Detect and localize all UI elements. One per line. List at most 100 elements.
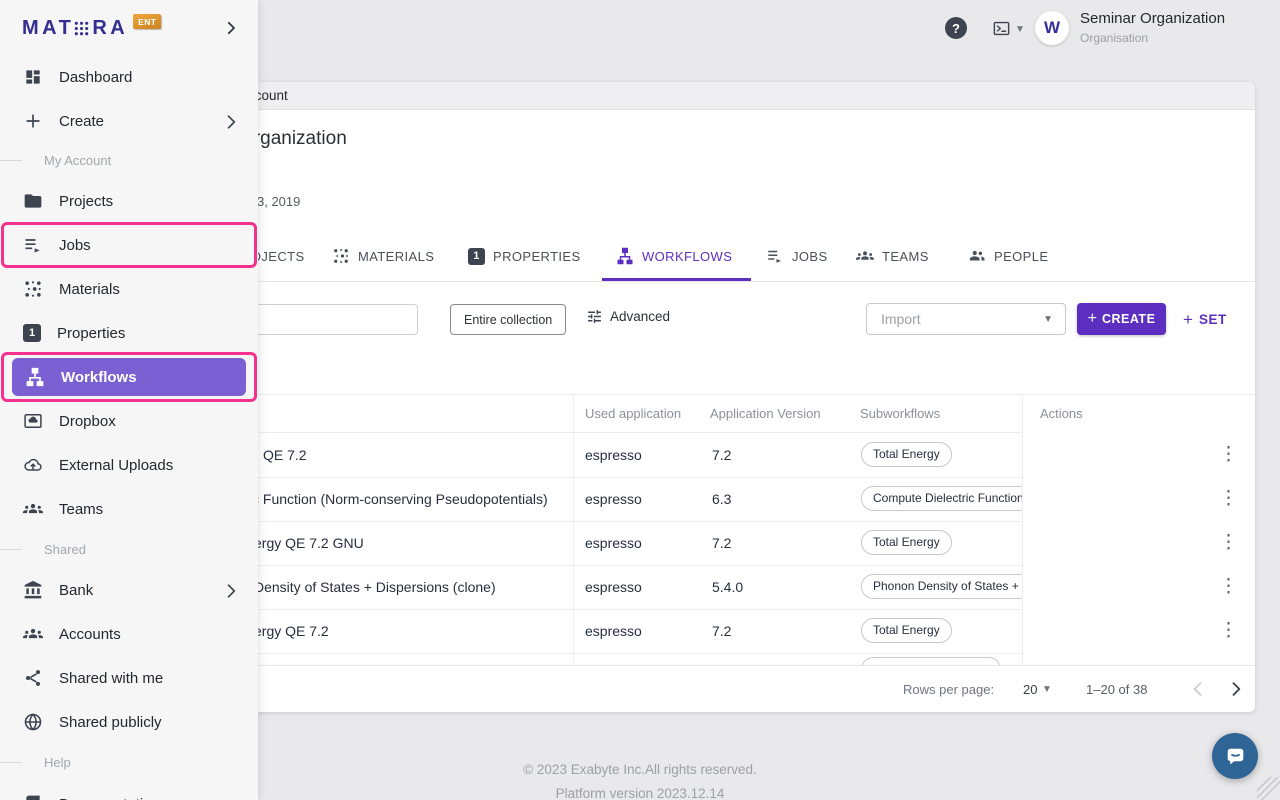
subworkflow-chip: Total Energy [861,530,952,555]
sidebar-item-label: Dashboard [59,69,132,86]
sidebar-item-workflows[interactable]: Workflows [12,358,246,396]
tab-materials[interactable]: MATERIALS [332,240,434,272]
folder-icon [23,191,43,211]
set-button[interactable]: + SET [1183,303,1227,335]
sidebar-item-create[interactable]: Create [0,99,258,143]
subworkflow-chip: Total Energy [861,442,952,467]
import-select[interactable]: Import ▼ [866,303,1066,335]
application-version: 6.3 [712,491,731,507]
application-version: 7.2 [712,447,731,463]
row-actions-button[interactable]: ⋮ [1219,622,1238,640]
sidebar-section-help: Help [0,754,258,770]
tab-teams[interactable]: TEAMS [856,240,929,272]
sidebar-item-dashboard[interactable]: Dashboard [0,55,258,99]
workflow-hierarchy-icon [616,247,634,265]
workflow-name: ergy QE 7.2 [254,623,329,639]
sidebar-item-label: External Uploads [59,457,173,474]
used-application: espresso [585,579,642,595]
tab-jobs[interactable]: JOBS [766,240,828,272]
sidebar-collapse-chevron-icon[interactable] [222,19,240,37]
tab-label: TEAMS [882,249,929,264]
sidebar-item-jobs[interactable]: Jobs [0,223,258,267]
properties-count-badge-icon: 1 [468,248,485,265]
subworkflow-cell: Phonon Density of States + Dispersions [861,574,1022,599]
book-icon [23,794,43,800]
used-application: espresso [585,535,642,551]
column-header-subworkflows: Subworkflows [860,406,940,421]
row-actions-button[interactable]: ⋮ [1219,578,1238,596]
entire-collection-label: Entire collection [464,313,552,327]
tune-icon [586,308,603,325]
rows-per-page-label: Rows per page: [903,682,994,697]
help-button[interactable]: ? [945,17,967,39]
prev-page-button[interactable] [1188,679,1208,699]
sidebar-item-accounts[interactable]: Accounts [0,612,258,656]
set-label: SET [1199,312,1227,327]
advanced-filter-button[interactable]: Advanced [586,308,670,325]
rows-per-page-value[interactable]: 20 [1023,682,1037,697]
used-application: espresso [585,623,642,639]
subworkflow-chip-partial [861,657,1022,665]
rows-per-page-caret-icon[interactable]: ▼ [1042,684,1052,695]
plus-icon: + [1088,311,1097,327]
sidebar-item-label: Teams [59,501,103,518]
mat3ra-logo[interactable]: MAT RA ENT [22,17,161,40]
chat-launcher[interactable] [1212,733,1258,779]
tab-label: PROPERTIES [493,249,581,264]
next-page-button[interactable] [1226,679,1246,699]
sidebar-item-label: Accounts [59,626,121,643]
dashboard-icon [23,67,43,87]
used-application: espresso [585,491,642,507]
groups-icon [23,499,43,519]
subworkflow-cell: Total Energy [861,618,1022,643]
sidebar-item-documentation[interactable]: Documentation [0,782,258,800]
row-actions-button[interactable]: ⋮ [1219,490,1238,508]
section-label: My Account [44,153,111,168]
column-header-used-application: Used application [585,406,681,421]
sidebar-item-external-uploads[interactable]: External Uploads [0,443,258,487]
sidebar-item-bank[interactable]: Bank [0,568,258,612]
row-actions-button[interactable]: ⋮ [1219,534,1238,552]
tab-workflows[interactable]: WORKFLOWS [616,240,732,272]
application-version: 5.4.0 [712,579,743,595]
people-icon [968,247,986,265]
window-resize-grip[interactable] [1257,777,1280,800]
sidebar-item-label: Materials [59,281,120,298]
sidebar-item-dropbox[interactable]: Dropbox [0,399,258,443]
create-button[interactable]: + CREATE [1077,303,1166,335]
sidebar-item-teams[interactable]: Teams [0,487,258,531]
sidebar-item-materials[interactable]: Materials [0,267,258,311]
sidebar-item-label: Workflows [61,369,137,386]
actions-column-divider [1022,394,1023,665]
subworkflow-chip: Compute Dielectric Function [861,486,1022,511]
entire-collection-button[interactable]: Entire collection [450,304,566,335]
ent-badge: ENT [133,14,161,29]
tab-properties[interactable]: 1 PROPERTIES [468,240,581,272]
workflow-name: Density of States + Dispersions (clone) [254,579,496,595]
sidebar-item-label: Documentation [59,796,160,800]
tab-people[interactable]: PEOPLE [968,240,1048,272]
materials-dots-icon [332,247,350,265]
sidebar-item-projects[interactable]: Projects [0,179,258,223]
chevron-right-icon [221,581,238,598]
page-date: 3, 2019 [257,194,300,209]
avatar[interactable]: W [1035,11,1069,45]
sidebar-item-label: Jobs [59,237,91,254]
avatar-initial: W [1044,18,1060,38]
import-placeholder: Import [881,311,1043,327]
workflow-name: ergy QE 7.2 GNU [254,535,364,551]
sidebar-item-properties[interactable]: 1 Properties [0,311,258,355]
share-icon [23,668,43,688]
used-application: espresso [585,447,642,463]
bank-icon [23,580,43,600]
sidebar-item-shared-with-me[interactable]: Shared with me [0,656,258,700]
sidebar-item-shared-publicly[interactable]: Shared publicly [0,700,258,744]
properties-count-badge-icon: 1 [23,324,41,342]
plus-icon: + [1183,311,1193,328]
create-label: CREATE [1102,312,1155,326]
materials-dots-icon [23,279,43,299]
question-mark-icon: ? [952,21,960,36]
row-actions-button[interactable]: ⋮ [1219,446,1238,464]
sidebar-section-shared: Shared [0,541,258,557]
console-menu-button[interactable]: ▼ [991,19,1025,38]
